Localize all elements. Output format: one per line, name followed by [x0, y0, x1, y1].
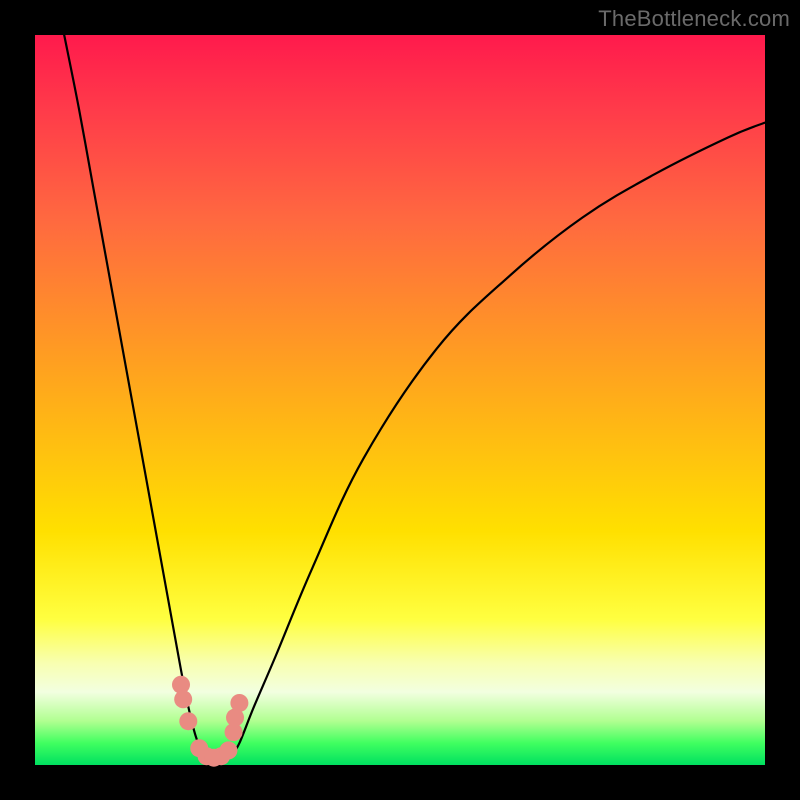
plot-frame: TheBottleneck.com	[0, 0, 800, 800]
plot-area	[35, 35, 765, 765]
bottleneck-curve	[64, 35, 765, 763]
marker-point	[230, 694, 248, 712]
marker-point	[179, 712, 197, 730]
marker-point	[174, 690, 192, 708]
watermark-text: TheBottleneck.com	[598, 6, 790, 32]
chart-svg	[35, 35, 765, 765]
marker-point	[219, 741, 237, 759]
marker-cluster	[172, 676, 248, 767]
